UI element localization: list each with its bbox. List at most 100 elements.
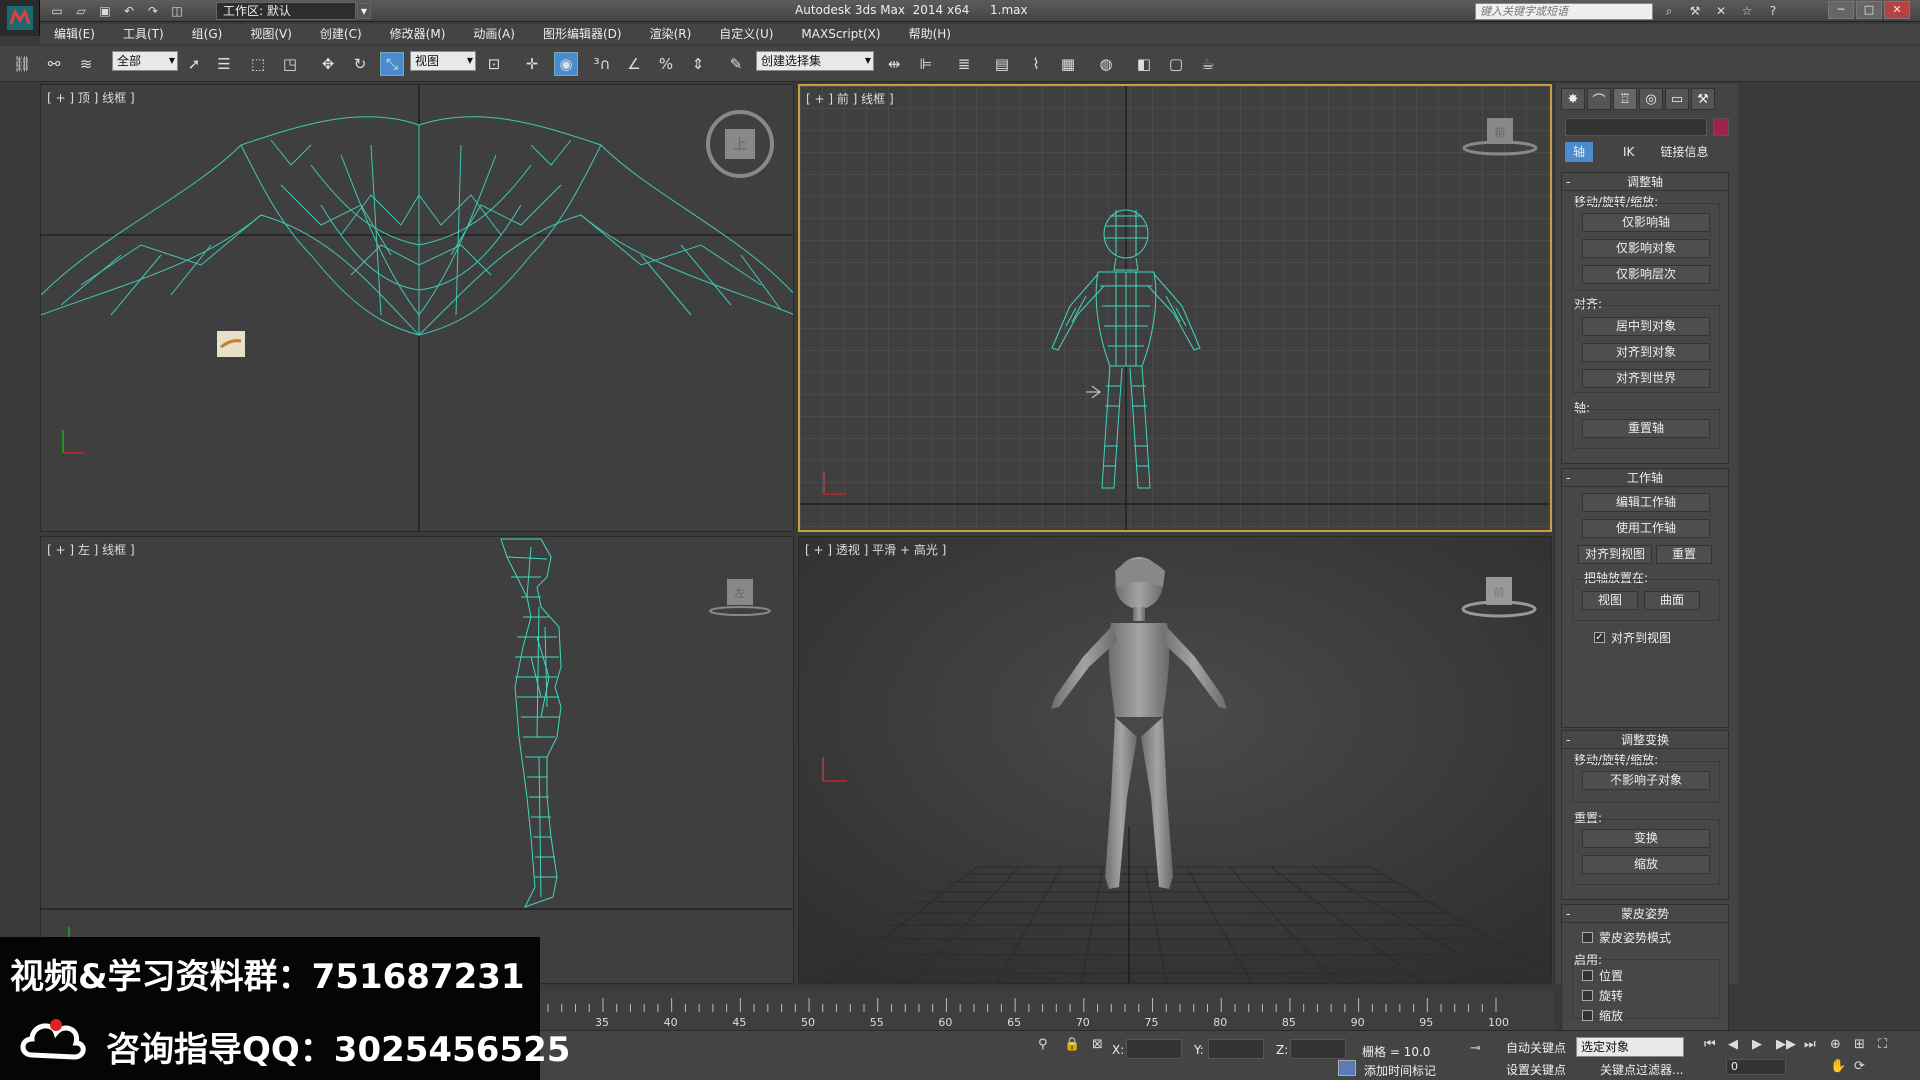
previous-frame-icon[interactable]: ◀: [1728, 1037, 1738, 1052]
close-icon[interactable]: ✕: [1884, 1, 1910, 19]
app-logo-button[interactable]: [0, 0, 40, 36]
viewcube-perspective[interactable]: 前: [1459, 571, 1539, 624]
edit-named-selection-icon[interactable]: ✎: [724, 52, 748, 76]
undo-icon[interactable]: ↶: [120, 2, 138, 20]
select-by-name-icon[interactable]: ☰: [212, 52, 236, 76]
menu-item[interactable]: 编辑(E): [40, 24, 109, 44]
reference-coordinate-dropdown[interactable]: 视图 ▼: [410, 51, 476, 71]
tab-pivot[interactable]: 轴: [1565, 142, 1594, 162]
open-file-icon[interactable]: ▱: [72, 2, 90, 20]
align-icon[interactable]: ⊫: [914, 52, 938, 76]
viewcube-front[interactable]: 前: [1460, 110, 1540, 163]
dont-affect-children-button[interactable]: 不影响子对象: [1582, 771, 1710, 790]
key-filters-button[interactable]: 关键点过滤器...: [1600, 1061, 1683, 1078]
rollout-header[interactable]: - 调整轴: [1562, 173, 1728, 191]
align-to-world-button[interactable]: 对齐到世界: [1582, 369, 1710, 388]
keyboard-shortcut-override-icon[interactable]: ◉: [554, 52, 578, 76]
object-name-field[interactable]: [1565, 118, 1707, 136]
communication-icon[interactable]: ✕: [1712, 2, 1730, 20]
skin-pose-mode-checkbox[interactable]: 蒙皮姿势模式: [1582, 929, 1671, 946]
maximize-viewport-icon[interactable]: ⛶: [1878, 1037, 1887, 1052]
graphite-ribbon-icon[interactable]: ▤: [990, 52, 1014, 76]
pivot-center-icon[interactable]: ⊡: [482, 52, 506, 76]
lock-icon[interactable]: 🔒: [1064, 1037, 1080, 1052]
use-working-pivot-button[interactable]: 使用工作轴: [1582, 519, 1710, 538]
pan-icon[interactable]: ✋: [1830, 1059, 1846, 1074]
time-tag-icon[interactable]: [1338, 1060, 1356, 1076]
rollout-header[interactable]: - 调整变换: [1562, 731, 1728, 749]
rollout-header[interactable]: - 工作轴: [1562, 469, 1728, 487]
curve-editor-icon[interactable]: ⌇: [1024, 52, 1048, 76]
create-tab-icon[interactable]: ✸: [1561, 88, 1585, 110]
rect-selection-icon[interactable]: ⬚: [246, 52, 270, 76]
menu-item[interactable]: 渲染(R): [636, 24, 706, 44]
viewport-label[interactable]: [ + ] 顶 ] 线框 ]: [47, 89, 135, 106]
align-to-object-button[interactable]: 对齐到对象: [1582, 343, 1710, 362]
key-target-dropdown[interactable]: 选定对象: [1576, 1037, 1684, 1057]
menu-item[interactable]: 创建(C): [306, 24, 376, 44]
binoculars-icon[interactable]: ⌕: [1660, 2, 1678, 20]
reset-pivot-button[interactable]: 重置轴: [1582, 419, 1710, 438]
material-editor-icon[interactable]: ◍: [1094, 52, 1118, 76]
unlink-icon[interactable]: ⚯: [42, 52, 66, 76]
workspace-dropdown[interactable]: 工作区: 默认 ▼: [216, 2, 371, 20]
link-icon[interactable]: ⛓: [10, 52, 34, 76]
place-in-view-button[interactable]: 视图: [1582, 591, 1638, 610]
rotate-icon[interactable]: ↻: [348, 52, 372, 76]
viewport-top[interactable]: [ + ] 顶 ] 线框 ] 上: [40, 84, 794, 532]
y-coordinate-field[interactable]: [1208, 1039, 1264, 1059]
select-object-icon[interactable]: ➚: [182, 52, 206, 76]
utilities-tab-icon[interactable]: ⚒: [1691, 88, 1715, 110]
favorites-icon[interactable]: ☆: [1738, 2, 1756, 20]
enable-scale-checkbox[interactable]: 缩放: [1582, 1007, 1623, 1024]
viewport-front[interactable]: [ + ] 前 ] 线框 ] 前: [798, 84, 1552, 532]
set-key-button[interactable]: 设置关键点: [1506, 1061, 1566, 1078]
search-input[interactable]: 键入关键字或短语: [1475, 3, 1653, 20]
viewport-perspective[interactable]: [ + ] 透视 ] 平滑 + 高光 ] 前: [798, 536, 1552, 984]
viewcube-top[interactable]: 上: [705, 109, 775, 182]
snaps-toggle-icon[interactable]: ³∩: [590, 52, 614, 76]
align-to-view-checkbox[interactable]: ✓ 对齐到视图: [1594, 629, 1671, 646]
current-frame-field[interactable]: 0: [1726, 1059, 1786, 1075]
move-icon[interactable]: ✥: [316, 52, 340, 76]
orbit-icon[interactable]: ⟳: [1854, 1059, 1865, 1074]
menu-item[interactable]: 工具(T): [109, 24, 178, 44]
render-production-icon[interactable]: ☕: [1196, 52, 1220, 76]
scale-icon[interactable]: ⤡: [380, 52, 404, 76]
x-coordinate-field[interactable]: [1126, 1039, 1182, 1059]
zoom-all-icon[interactable]: ⊞: [1854, 1037, 1865, 1052]
save-icon[interactable]: ▣: [96, 2, 114, 20]
motion-tab-icon[interactable]: ◎: [1639, 88, 1663, 110]
bind-space-warp-icon[interactable]: ≋: [74, 52, 98, 76]
viewport-label[interactable]: [ + ] 前 ] 线框 ]: [806, 90, 894, 107]
angle-snap-icon[interactable]: ∠: [622, 52, 646, 76]
maximize-icon[interactable]: □: [1856, 1, 1882, 19]
menu-item[interactable]: 帮助(H): [895, 24, 965, 44]
rendered-frame-window-icon[interactable]: ▢: [1164, 52, 1188, 76]
key-icon[interactable]: ⊸: [1470, 1041, 1481, 1056]
rollout-header[interactable]: - 蒙皮姿势: [1562, 905, 1728, 923]
subscription-icon[interactable]: ⚒: [1686, 2, 1704, 20]
absolute-mode-icon[interactable]: ⊠: [1092, 1037, 1103, 1052]
viewport-left[interactable]: [ + ] 左 ] 线框 ] 左: [40, 536, 794, 984]
menu-item[interactable]: 自定义(U): [705, 24, 787, 44]
selection-filter-dropdown[interactable]: 全部 ▼: [112, 51, 178, 71]
align-to-view-button[interactable]: 对齐到视图: [1578, 545, 1652, 564]
menu-item[interactable]: 组(G): [178, 24, 237, 44]
enable-rotation-checkbox[interactable]: 旋转: [1582, 987, 1623, 1004]
render-setup-icon[interactable]: ◧: [1132, 52, 1156, 76]
viewport-label[interactable]: [ + ] 左 ] 线框 ]: [47, 541, 135, 558]
spinner-snap-icon[interactable]: ⇕: [686, 52, 710, 76]
named-selection-dropdown[interactable]: 创建选择集 ▼: [756, 51, 874, 71]
tab-ik[interactable]: IK: [1615, 142, 1642, 162]
add-time-tag-button[interactable]: 添加时间标记: [1364, 1062, 1436, 1079]
menu-item[interactable]: 图形编辑器(D): [529, 24, 636, 44]
affect-object-only-button[interactable]: 仅影响对象: [1582, 239, 1710, 258]
hierarchy-tab-icon[interactable]: ♖: [1613, 88, 1637, 110]
menu-item[interactable]: 视图(V): [236, 24, 306, 44]
go-to-start-icon[interactable]: ⏮: [1704, 1037, 1716, 1052]
minimize-icon[interactable]: ─: [1828, 1, 1854, 19]
window-crossing-icon[interactable]: ◳: [278, 52, 302, 76]
edit-working-pivot-button[interactable]: 编辑工作轴: [1582, 493, 1710, 512]
place-on-surface-button[interactable]: 曲面: [1644, 591, 1700, 610]
